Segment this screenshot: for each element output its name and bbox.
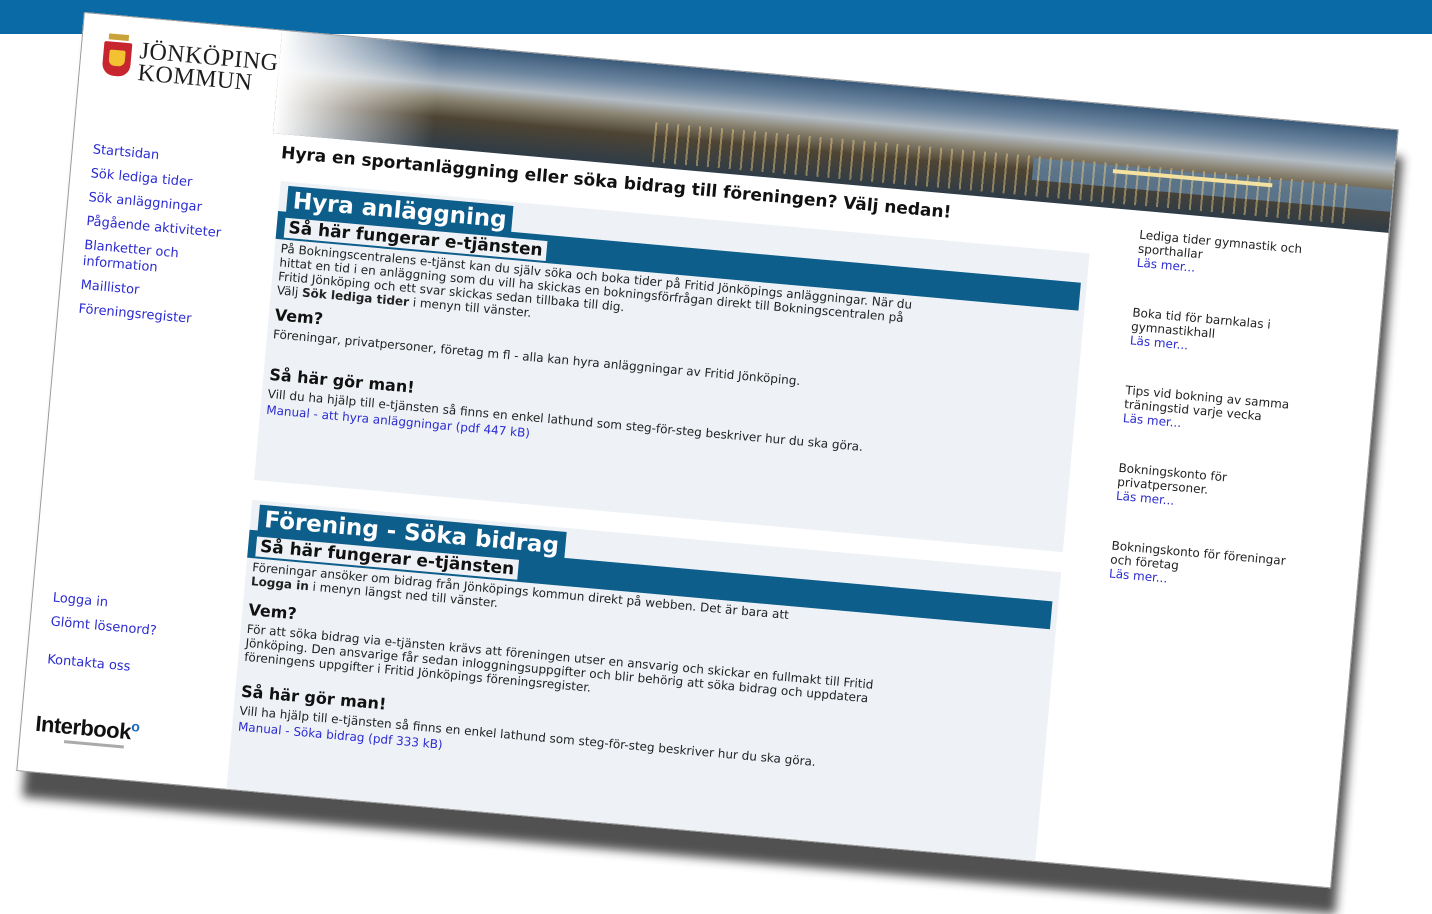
- section-hyra: Hyra anläggning Så här fungerar e-tjänst…: [254, 181, 1090, 553]
- contact-link[interactable]: Kontakta oss: [47, 652, 218, 683]
- hyra-intro-pre: Välj: [276, 283, 303, 300]
- interbook-text: Interbook: [34, 710, 133, 745]
- right-item-privatpersoner: Bokningskonto för privatpersoner. Läs me…: [1115, 461, 1348, 523]
- right-item-lediga-tider: Lediga tider gymnastik och sporthallar L…: [1136, 228, 1369, 290]
- webpage-screenshot: JÖNKÖPINGS KOMMUN Hyra en sportanläggnin…: [16, 12, 1399, 889]
- right-item-barnkalas: Boka tid för barnkalas i gymnastikhall L…: [1129, 305, 1362, 367]
- interbook-logo[interactable]: Interbooko: [34, 710, 140, 746]
- right-item-tips: Tips vid bokning av samma träningstid va…: [1122, 383, 1355, 445]
- bidrag-who-heading: Vem?: [247, 600, 298, 624]
- right-item-foreningar: Bokningskonto för föreningar och företag…: [1109, 538, 1342, 600]
- interbook-mark-icon: o: [130, 718, 141, 735]
- hyra-who-heading: Vem?: [274, 305, 324, 329]
- nav-item-blanketter[interactable]: Blanketter och information: [82, 238, 214, 281]
- banner-city-lights: [651, 122, 1353, 225]
- coat-of-arms-icon: [101, 40, 133, 78]
- right-column: Lediga tider gymnastik och sporthallar L…: [1109, 228, 1369, 586]
- logo-text: JÖNKÖPINGS KOMMUN: [137, 38, 294, 97]
